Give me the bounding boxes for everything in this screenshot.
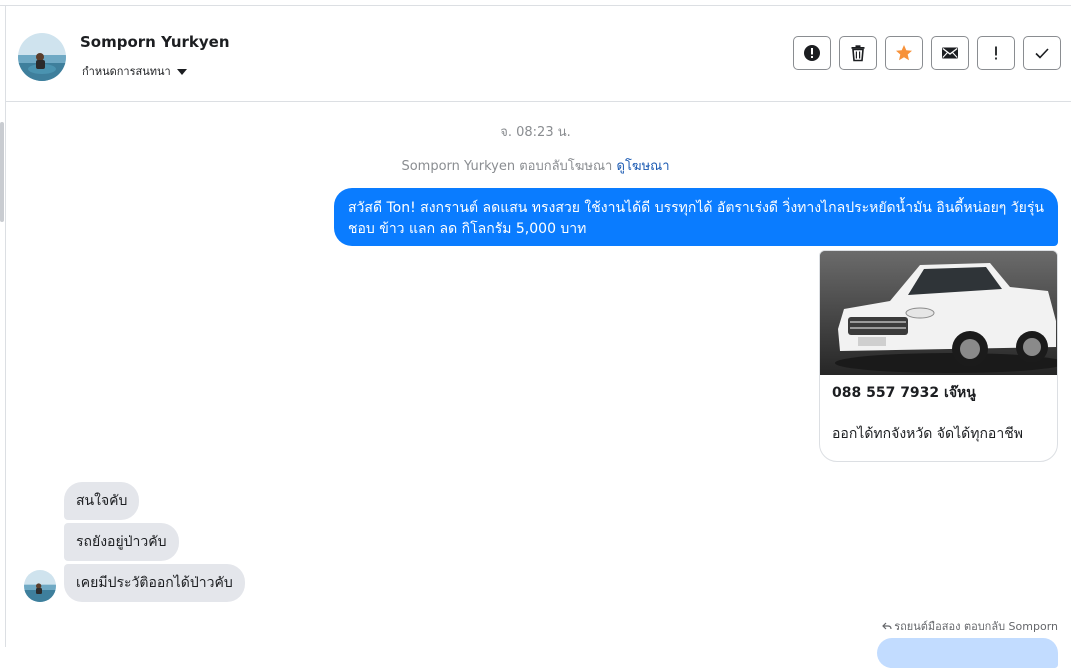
mark-unread-button[interactable] (931, 36, 969, 70)
trash-icon (851, 45, 865, 62)
reply-note: รถยนต์มือสอง ตอบกลับ Somporn (882, 617, 1058, 635)
outgoing-message-partial (877, 638, 1058, 668)
ad-title: 088 557 7932 เจ๊หนู (832, 385, 976, 401)
report-button[interactable] (793, 36, 831, 70)
delete-button[interactable] (839, 36, 877, 70)
view-ad-link[interactable]: ดูโฆษณา (617, 159, 670, 174)
check-icon (1035, 48, 1049, 59)
ad-reply-prefix: Somporn Yurkyen ตอบกลับโฆษณา (401, 159, 613, 174)
conversation-settings-label: กำหนดการสนทนา (82, 65, 171, 78)
star-button[interactable] (885, 36, 923, 70)
ad-reply-notice: Somporn Yurkyen ตอบกลับโฆษณา ดูโฆษณา (0, 155, 1071, 176)
message-timestamp: จ. 08:23 น. (500, 125, 571, 140)
incoming-message: เคยมีประวัติออกได้ป่าวคับ (64, 564, 245, 602)
exclamation-icon (995, 46, 997, 60)
sender-avatar[interactable] (24, 570, 56, 602)
envelope-icon (942, 47, 958, 59)
incoming-message: สนใจคับ (64, 482, 140, 520)
contact-name[interactable]: Somporn Yurkyen (80, 33, 230, 51)
mark-done-button[interactable] (1023, 36, 1061, 70)
star-icon (896, 45, 912, 61)
ad-image-pickup-truck (820, 251, 1057, 375)
header-actions (793, 36, 1061, 70)
reply-note-text: รถยนต์มือสอง ตอบกลับ Somporn (894, 620, 1058, 633)
ad-description: ออกได้ทกจังหวัด จัดได้ทุกอาชีพ (832, 426, 1023, 442)
incoming-message: รถยังอยู่ป่าวคับ (64, 523, 179, 561)
contact-avatar[interactable] (18, 33, 66, 81)
conversation-header: Somporn Yurkyen กำหนดการสนทนา (6, 6, 1071, 102)
reply-arrow-icon (882, 622, 892, 630)
mark-important-button[interactable] (977, 36, 1015, 70)
conversation-settings-dropdown[interactable]: กำหนดการสนทนา (82, 62, 187, 80)
report-icon (804, 45, 820, 61)
caret-down-icon (176, 68, 187, 75)
outgoing-message: สวัสดี Ton! สงกรานต์ ลดแสน ทรงสวย ใช้งาน… (334, 188, 1058, 246)
ad-card[interactable]: 088 557 7932 เจ๊หนู ออกได้ทกจังหวัด จัดไ… (819, 250, 1058, 462)
